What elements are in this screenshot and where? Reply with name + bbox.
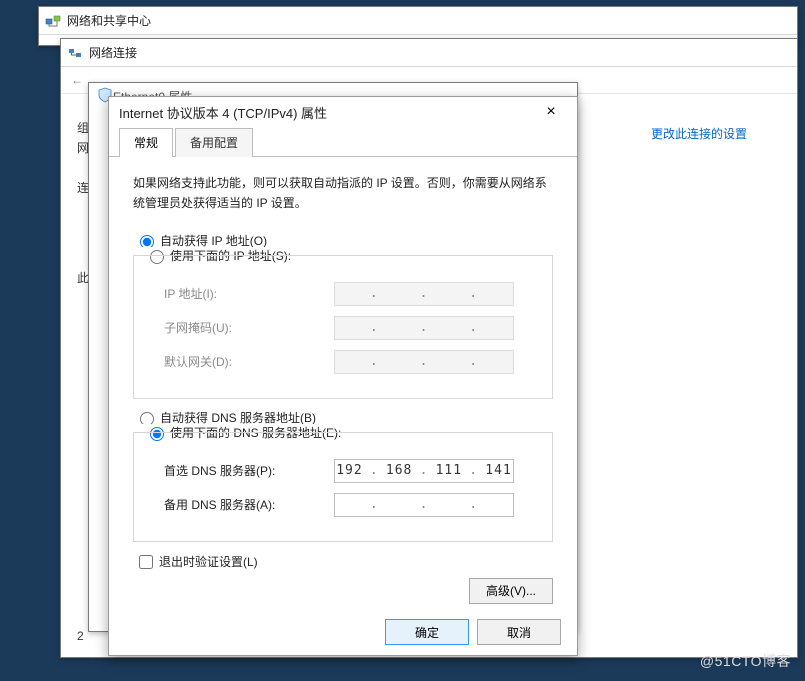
link-change-connection-settings[interactable]: 更改此连接的设置	[651, 125, 747, 142]
validate-on-exit-row: 退出时验证设置(L)	[135, 552, 553, 572]
dns-fields-group: 首选 DNS 服务器(P): 192. 168. 111. 141 备用 DNS…	[133, 432, 553, 542]
title-network-connections: 网络连接	[89, 44, 137, 61]
titlebar-network-connections: 网络连接	[61, 39, 797, 67]
row-preferred-dns: 首选 DNS 服务器(P): 192. 168. 111. 141	[164, 459, 540, 483]
row-ip-address: IP 地址(I): ...	[164, 282, 540, 306]
advanced-button-row: 高级(V)...	[133, 578, 553, 604]
subnet-mask-input: ...	[334, 316, 514, 340]
titlebar-network-sharing-center: 网络和共享中心	[39, 7, 797, 35]
default-gateway-label: 默认网关(D):	[164, 353, 334, 370]
tab-alternate-config[interactable]: 备用配置	[175, 128, 253, 157]
advanced-button[interactable]: 高级(V)...	[469, 578, 553, 604]
row-alternate-dns: 备用 DNS 服务器(A): . . .	[164, 493, 540, 517]
row-default-gateway: 默认网关(D): ...	[164, 350, 540, 374]
cancel-button[interactable]: 取消	[477, 619, 561, 645]
ip-address-input: ...	[334, 282, 514, 306]
dialog-title: Internet 协议版本 4 (TCP/IPv4) 属性	[119, 103, 327, 122]
validate-on-exit-checkbox[interactable]	[139, 555, 153, 569]
subnet-mask-label: 子网掩码(U):	[164, 319, 334, 336]
default-gateway-input: ...	[334, 350, 514, 374]
close-button[interactable]: ×	[531, 99, 571, 125]
ok-button[interactable]: 确定	[385, 619, 469, 645]
preferred-dns-input[interactable]: 192. 168. 111. 141	[334, 459, 514, 483]
ipv4-description: 如果网络支持此功能，则可以获取自动指派的 IP 设置。否则，你需要从网络系统管理…	[133, 173, 553, 214]
alternate-dns-input[interactable]: . . .	[334, 493, 514, 517]
dialog-titlebar: Internet 协议版本 4 (TCP/IPv4) 属性 ×	[109, 97, 577, 127]
tab-general[interactable]: 常规	[119, 128, 173, 157]
preferred-dns-label: 首选 DNS 服务器(P):	[164, 462, 334, 479]
network-connections-icon	[67, 45, 83, 61]
network-sharing-icon	[45, 13, 61, 29]
title-network-sharing-center: 网络和共享中心	[67, 12, 151, 29]
ip-fields-group: IP 地址(I): ... 子网掩码(U): ... 默认网关(D): ...	[133, 255, 553, 399]
ip-address-label: IP 地址(I):	[164, 285, 334, 302]
dialog-body: 如果网络支持此功能，则可以获取自动指派的 IP 设置。否则，你需要从网络系统管理…	[109, 157, 577, 620]
tabs: 常规 备用配置	[109, 129, 577, 157]
validate-on-exit-label[interactable]: 退出时验证设置(L)	[159, 553, 258, 570]
dialog-footer: 确定 取消	[109, 619, 577, 645]
left-partial-label-5: 2	[77, 629, 84, 643]
dialog-ipv4-properties: Internet 协议版本 4 (TCP/IPv4) 属性 × 常规 备用配置 …	[108, 96, 578, 656]
back-icon[interactable]: ←	[71, 73, 83, 87]
row-subnet-mask: 子网掩码(U): ...	[164, 316, 540, 340]
alternate-dns-label: 备用 DNS 服务器(A):	[164, 496, 334, 513]
